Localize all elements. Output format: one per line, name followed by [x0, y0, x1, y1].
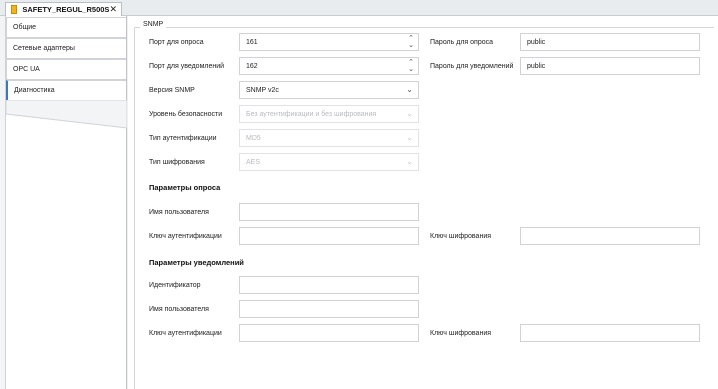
notify-cipher-key-field[interactable] [520, 324, 700, 342]
cipher-type-select: AES ⌄ [239, 153, 419, 171]
security-level-label: Уровень безопасности [149, 111, 223, 118]
notify-username-label: Имя пользователя [149, 306, 209, 313]
auth-type-select: MD5 ⌄ [239, 129, 419, 147]
nav-item-label: Общие [13, 24, 37, 31]
settings-navigation: Общие Сетевые адаптеры OPC UA Диагностик… [0, 16, 127, 389]
chevron-down-icon: ⌄ [406, 109, 413, 118]
poll-password-value: public [527, 38, 546, 46]
nav-item-network-adapters[interactable]: Сетевые адаптеры [6, 38, 126, 59]
security-level-select: Без аутентификации и без шифрования ⌄ [239, 105, 419, 123]
close-icon[interactable]: ✕ [109, 5, 117, 14]
nav-item-general[interactable]: Общие [6, 17, 126, 38]
cipher-type-label: Тип шифрования [149, 159, 205, 166]
chevron-down-icon: ⌄ [406, 157, 413, 166]
poll-port-label: Порт для опроса [149, 39, 204, 46]
cipher-type-value: AES [246, 158, 261, 166]
tab-title: SAFETY_REGUL_R500S [22, 5, 110, 14]
poll-password-label: Пароль для опроса [430, 39, 493, 46]
chevron-down-icon[interactable]: ⌄ [408, 42, 414, 49]
nav-item-label: OPC UA [13, 66, 40, 73]
notify-password-label: Пароль для уведомлений [430, 63, 514, 70]
document-tab[interactable]: SAFETY_REGUL_R500S ✕ [5, 2, 122, 16]
poll-password-field[interactable]: public [520, 33, 700, 51]
poll-params-header: Параметры опроса [149, 183, 221, 192]
notify-port-stepper[interactable]: 162 ⌃ ⌄ [239, 57, 419, 75]
nav-item-diagnostics[interactable]: Диагностика [6, 80, 126, 101]
poll-cipher-key-field[interactable] [520, 227, 700, 245]
chevron-down-icon: ⌄ [406, 133, 413, 142]
notify-port-label: Порт для уведомлений [149, 63, 225, 70]
snmp-group-legend: SNMP [140, 21, 167, 28]
notify-identifier-label: Идентификатор [149, 282, 201, 289]
security-level-value: Без аутентификации и без шифрования [246, 110, 377, 118]
chevron-up-icon[interactable]: ⌃ [408, 59, 414, 66]
notify-port-spinner[interactable]: ⌃ ⌄ [407, 59, 415, 73]
snmp-version-select[interactable]: SNMP v2c ⌄ [239, 81, 419, 99]
auth-type-label: Тип аутентификации [149, 135, 217, 142]
poll-username-field[interactable] [239, 203, 419, 221]
device-icon [11, 5, 18, 14]
poll-port-value: 161 [246, 38, 258, 46]
document-tab-strip: SAFETY_REGUL_R500S ✕ [0, 0, 718, 16]
notify-auth-key-label: Ключ аутентификации [149, 330, 222, 337]
notify-password-value: public [527, 62, 546, 70]
poll-port-stepper[interactable]: 161 ⌃ ⌄ [239, 33, 419, 51]
nav-item-opc-ua[interactable]: OPC UA [6, 59, 126, 80]
notify-cipher-key-label: Ключ шифрования [430, 330, 492, 337]
notify-params-header: Параметры уведомлений [149, 258, 244, 267]
notify-identifier-field[interactable] [239, 276, 419, 294]
poll-port-spinner[interactable]: ⌃ ⌄ [407, 35, 415, 49]
chevron-up-icon[interactable]: ⌃ [408, 35, 414, 42]
snmp-version-label: Версия SNMP [149, 87, 195, 94]
chevron-down-icon: ⌄ [406, 85, 413, 94]
notify-port-value: 162 [246, 62, 258, 70]
nav-tab-edge [5, 100, 127, 129]
notify-password-field[interactable]: public [520, 57, 700, 75]
notify-auth-key-field[interactable] [239, 324, 419, 342]
nav-item-label: Сетевые адаптеры [13, 45, 75, 52]
poll-username-label: Имя пользователя [149, 209, 209, 216]
diagnostics-panel: SNMP Порт для опроса 161 ⌃ ⌄ Пароль для … [128, 16, 718, 389]
chevron-down-icon[interactable]: ⌄ [408, 66, 414, 73]
snmp-version-value: SNMP v2c [246, 86, 279, 94]
notify-username-field[interactable] [239, 300, 419, 318]
poll-auth-key-field[interactable] [239, 227, 419, 245]
poll-cipher-key-label: Ключ шифрования [430, 233, 492, 240]
nav-item-label: Диагностика [14, 87, 55, 94]
poll-auth-key-label: Ключ аутентификации [149, 233, 222, 240]
auth-type-value: MD5 [246, 134, 261, 142]
